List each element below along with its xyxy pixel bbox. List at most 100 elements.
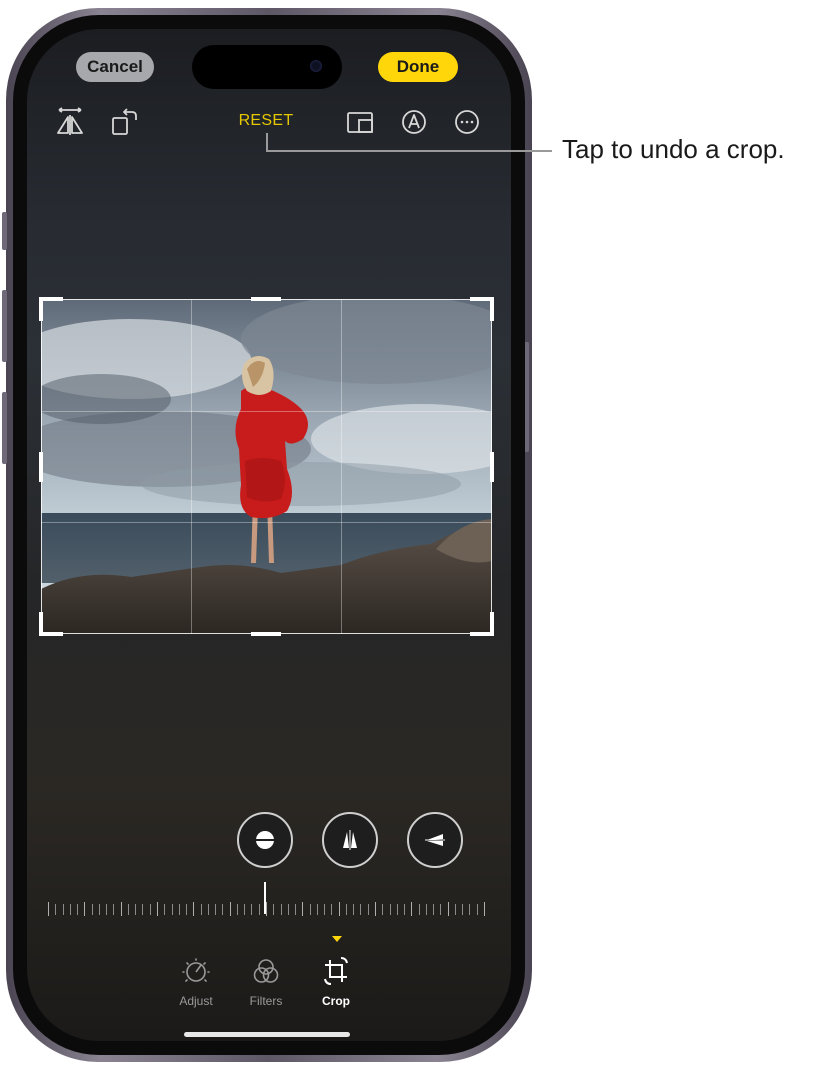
- crop-corner-bottom-left[interactable]: [39, 612, 63, 636]
- ruler-tick: [426, 904, 427, 915]
- ruler-tick: [157, 902, 158, 916]
- ruler-tick: [142, 904, 143, 915]
- ruler-tick: [390, 904, 391, 915]
- ruler-tick: [186, 904, 187, 915]
- ruler-tick: [113, 904, 114, 915]
- ruler-tick: [469, 904, 470, 915]
- ruler-tick: [317, 904, 318, 915]
- done-button[interactable]: Done: [378, 52, 458, 82]
- ruler-tick: [411, 902, 412, 916]
- ruler-tick: [360, 904, 361, 915]
- front-camera: [310, 60, 322, 72]
- straighten-button[interactable]: [237, 812, 293, 868]
- ruler-tick: [222, 904, 223, 915]
- ruler-tick: [404, 904, 405, 915]
- crop-edge-right[interactable]: [490, 452, 494, 482]
- crop-edge-top[interactable]: [251, 297, 281, 301]
- ruler-tick: [375, 902, 376, 916]
- ruler-tick: [150, 904, 151, 915]
- ruler-tick: [172, 904, 173, 915]
- horizontal-perspective-button[interactable]: [407, 812, 463, 868]
- callout-leader-line: [266, 150, 552, 152]
- ruler-tick: [273, 904, 274, 915]
- crop-frame[interactable]: [41, 299, 492, 634]
- tab-crop[interactable]: Crop: [306, 955, 366, 1008]
- crop-corner-bottom-right[interactable]: [470, 612, 494, 636]
- ruler-tick: [368, 904, 369, 915]
- ruler-indicator: [264, 882, 266, 914]
- tab-label: Filters: [249, 994, 283, 1008]
- crop-corner-top-right[interactable]: [470, 297, 494, 321]
- ruler-tick: [251, 904, 252, 915]
- adjustment-ruler[interactable]: [46, 880, 486, 920]
- ruler-tick: [397, 904, 398, 915]
- ruler-tick: [302, 902, 303, 916]
- ruler-tick: [310, 904, 311, 915]
- ruler-tick: [179, 904, 180, 915]
- filters-icon: [253, 959, 279, 983]
- vertical-perspective-button[interactable]: [322, 812, 378, 868]
- ruler-tick: [346, 904, 347, 915]
- ruler-tick: [164, 904, 165, 915]
- ruler-tick: [84, 902, 85, 916]
- callout-text: Tap to undo a crop.: [562, 134, 785, 164]
- crop-corner-top-left[interactable]: [39, 297, 63, 321]
- ruler-tick: [48, 902, 49, 916]
- volume-down-button: [2, 392, 7, 464]
- rotate-icon[interactable]: [108, 106, 140, 138]
- ruler-tick: [259, 904, 260, 915]
- active-tab-marker: [332, 936, 342, 942]
- crop-edge-bottom[interactable]: [251, 632, 281, 636]
- action-button: [2, 212, 7, 250]
- straighten-icon: [253, 831, 277, 849]
- volume-up-button: [2, 290, 7, 362]
- reset-button[interactable]: RESET: [232, 112, 300, 130]
- ruler-tick: [215, 904, 216, 915]
- flip-horizontal-icon[interactable]: [54, 106, 86, 138]
- ruler-tick: [70, 904, 71, 915]
- ruler-tick: [295, 904, 296, 915]
- ruler-tick: [55, 904, 56, 915]
- ruler-tick: [121, 902, 122, 916]
- ruler-tick: [106, 904, 107, 915]
- ruler-tick: [237, 904, 238, 915]
- ruler-tick: [92, 904, 93, 915]
- ruler-tick: [244, 904, 245, 915]
- ruler-tick: [128, 904, 129, 915]
- ruler-tick: [448, 902, 449, 916]
- ruler-tick: [433, 904, 434, 915]
- ruler-tick: [339, 902, 340, 916]
- ruler-tick: [353, 904, 354, 915]
- ruler-tick: [477, 904, 478, 915]
- ruler-tick: [484, 902, 485, 916]
- ruler-tick: [382, 904, 383, 915]
- ruler-tick: [63, 904, 64, 915]
- ruler-tick: [99, 904, 100, 915]
- crop-icon: [324, 957, 348, 985]
- crop-edge-left[interactable]: [39, 452, 43, 482]
- more-icon[interactable]: [451, 106, 483, 138]
- tab-label: Crop: [322, 994, 350, 1008]
- ruler-tick: [324, 904, 325, 915]
- home-indicator[interactable]: [184, 1032, 350, 1037]
- ruler-tick: [208, 904, 209, 915]
- ruler-tick: [77, 904, 78, 915]
- markup-icon[interactable]: [398, 106, 430, 138]
- ruler-tick: [419, 904, 420, 915]
- tab-label: Adjust: [179, 994, 213, 1008]
- tab-adjust[interactable]: Adjust: [166, 955, 226, 1008]
- ruler-tick: [281, 904, 282, 915]
- cancel-button[interactable]: Cancel: [76, 52, 154, 82]
- ruler-tick: [455, 904, 456, 915]
- horizontal-perspective-icon: [425, 834, 445, 846]
- ruler-tick: [440, 904, 441, 915]
- tab-filters[interactable]: Filters: [236, 955, 296, 1008]
- ruler-tick: [135, 904, 136, 915]
- ruler-tick: [462, 904, 463, 915]
- adjust-dial-icon: [182, 958, 210, 982]
- ruler-tick: [288, 904, 289, 915]
- ruler-tick: [193, 902, 194, 916]
- ruler-tick: [230, 902, 231, 916]
- aspect-ratio-icon[interactable]: [344, 106, 376, 138]
- ruler-tick: [331, 904, 332, 915]
